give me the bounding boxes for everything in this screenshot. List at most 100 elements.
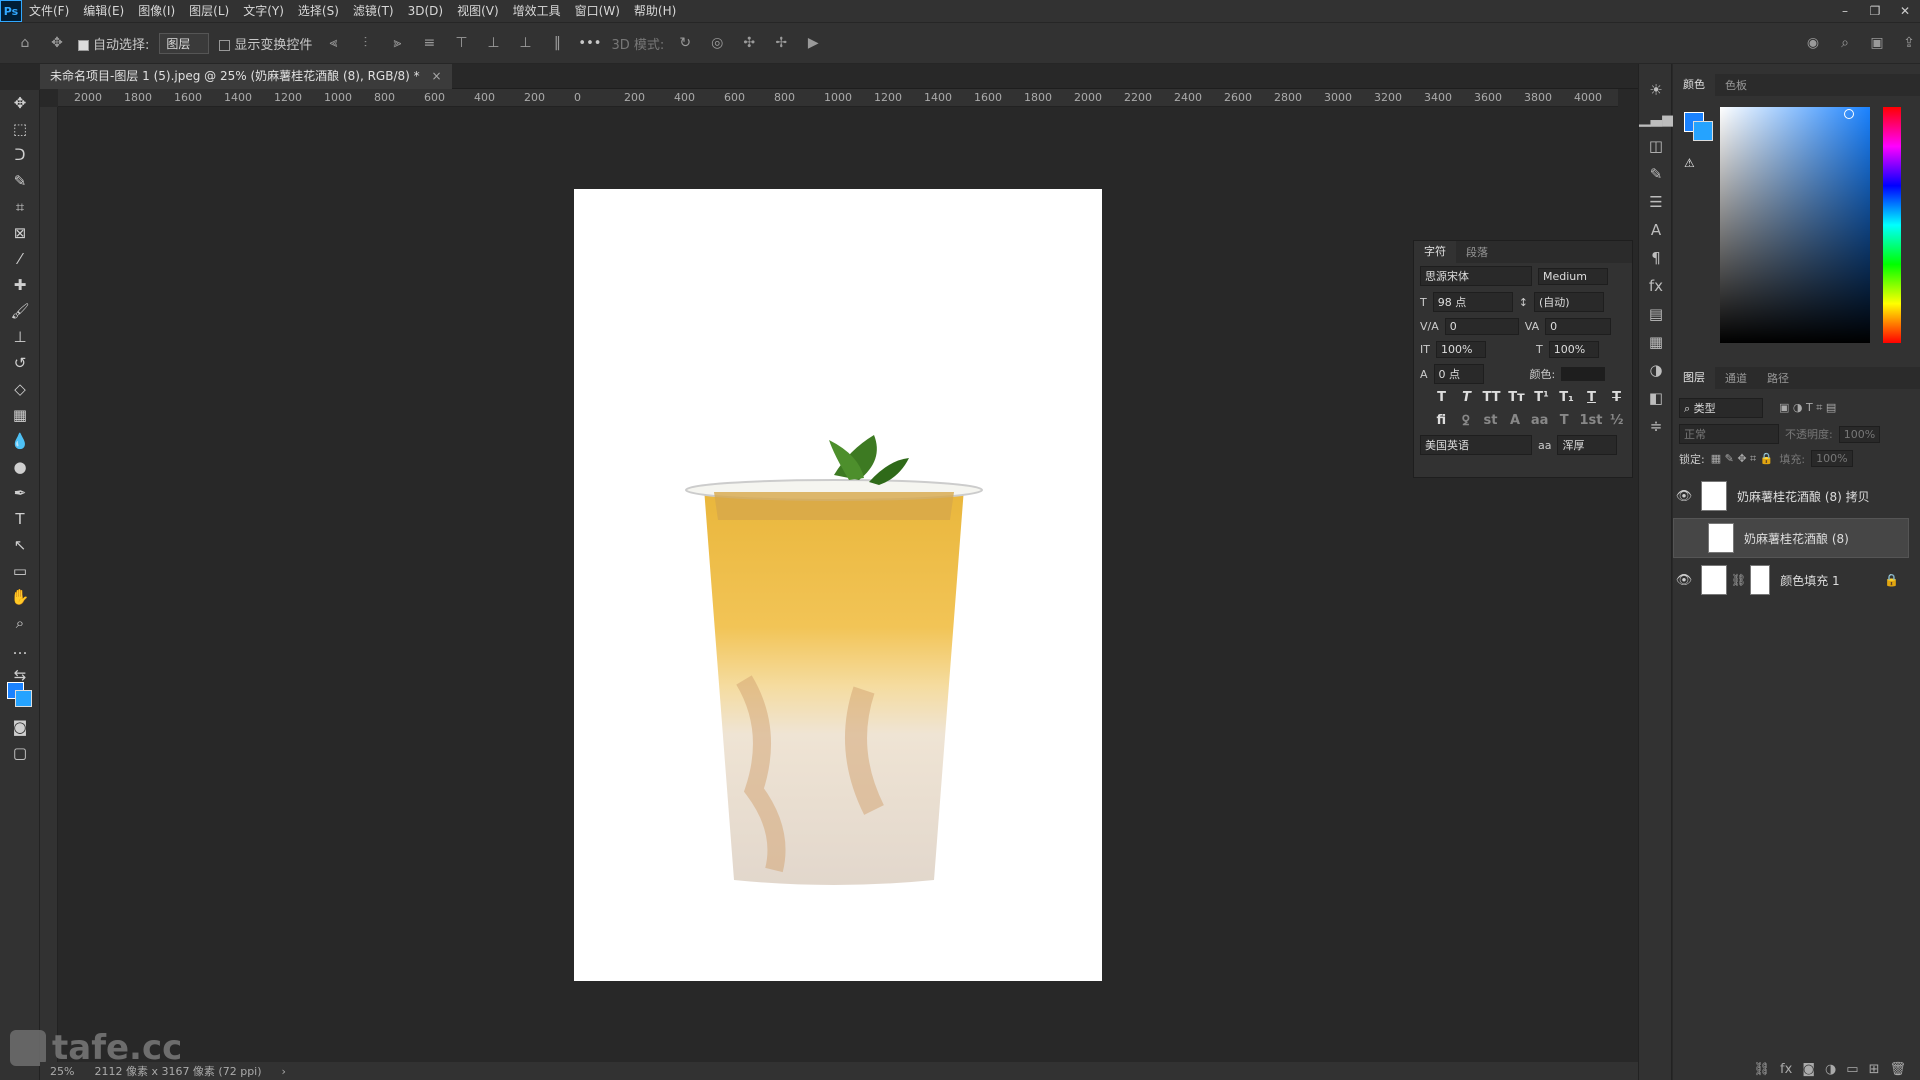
menu-view[interactable]: 视图(V) <box>450 0 506 22</box>
align-middle-icon[interactable]: ⊥ <box>482 35 504 51</box>
blur-tool-icon[interactable]: 💧 <box>0 428 40 454</box>
layer-row[interactable]: 👁 奶麻薯桂花酒酿 (8) 拷贝 <box>1673 476 1909 516</box>
gamut-warning-icon[interactable]: ⚠ <box>1684 156 1695 170</box>
close-button[interactable]: ✕ <box>1890 0 1920 22</box>
font-style-select[interactable]: Medium <box>1538 267 1608 285</box>
share-person-icon[interactable]: ◉ <box>1802 35 1824 51</box>
layer-row[interactable]: 👁 ⛓ 颜色填充 1 🔒 <box>1673 560 1909 600</box>
type-tool-icon[interactable]: T <box>0 506 40 532</box>
foreground-background-swatch[interactable] <box>0 680 39 714</box>
healing-tool-icon[interactable]: ✚ <box>0 272 40 298</box>
tab-paragraph[interactable]: 段落 <box>1456 244 1498 260</box>
slide-3d-icon[interactable]: ✢ <box>770 35 792 51</box>
tab-paths[interactable]: 路径 <box>1757 370 1799 386</box>
adjustment-icon[interactable]: ◑ <box>1825 1062 1836 1077</box>
add-mask-icon[interactable]: ◙ <box>1802 1062 1815 1077</box>
small-caps-button[interactable]: Tт <box>1507 390 1526 405</box>
fx-icon[interactable]: fx <box>1780 1062 1792 1077</box>
tab-color[interactable]: 颜色 <box>1673 74 1715 96</box>
ps-logo[interactable]: Ps <box>0 0 22 22</box>
baseline-field[interactable]: 0 点 <box>1433 364 1484 384</box>
menu-filter[interactable]: 滤镜(T) <box>346 0 401 22</box>
color-picker-cursor[interactable] <box>1844 109 1854 119</box>
lock-icons[interactable]: ▦ ✎ ✥ ⌗ 🔒 <box>1711 452 1774 466</box>
status-arrow[interactable]: › <box>282 1065 286 1078</box>
font-size-field[interactable]: 98 点 <box>1432 292 1513 312</box>
leading-field[interactable]: (自动) <box>1533 292 1604 312</box>
lasso-tool-icon[interactable]: ᑐ <box>0 142 40 168</box>
color-panel-swatch[interactable] <box>1684 112 1714 142</box>
old-style-button[interactable]: ꝿ <box>1457 411 1476 429</box>
character-panel-icon[interactable]: A <box>1639 216 1673 244</box>
align-right-icon[interactable]: ⫸ <box>386 35 408 51</box>
align-left-icon[interactable]: ⫷ <box>322 35 344 51</box>
menu-file[interactable]: 文件(F) <box>22 0 76 22</box>
hand-tool-icon[interactable]: ✋ <box>0 584 40 610</box>
document-tab[interactable]: 未命名项目-图层 1 (5).jpeg @ 25% (奶麻薯桂花酒酿 (8), … <box>40 64 452 89</box>
home-icon[interactable]: ⌂ <box>14 35 36 51</box>
patterns-icon[interactable]: ▦ <box>1639 328 1673 356</box>
minimize-button[interactable]: – <box>1830 0 1860 22</box>
more-options-button[interactable]: ••• <box>578 36 601 51</box>
swash-button[interactable]: st <box>1481 413 1500 428</box>
more-tools-icon[interactable]: … <box>0 636 40 662</box>
antialias-select[interactable]: 浑厚 <box>1557 435 1618 455</box>
restore-button[interactable]: ❐ <box>1860 0 1890 22</box>
ordinal-1st-button[interactable]: 1st <box>1579 413 1602 428</box>
tracking-field[interactable]: 0 <box>1545 318 1612 335</box>
paragraph-panel-icon[interactable]: ¶ <box>1639 244 1673 272</box>
histogram-icon[interactable]: ▁▃▅ <box>1639 104 1674 132</box>
adjustment-layer-icon[interactable]: ◑ <box>1639 356 1673 384</box>
menu-3d[interactable]: 3D(D) <box>401 0 450 22</box>
faux-italic-button[interactable]: T <box>1457 390 1476 405</box>
libraries-icon[interactable]: ◧ <box>1639 384 1673 412</box>
shape-tool-icon[interactable]: ▭ <box>0 558 40 584</box>
text-color-swatch[interactable] <box>1561 367 1606 381</box>
align-bottom-icon[interactable]: ⊥ <box>514 35 536 51</box>
underline-button[interactable]: T <box>1582 390 1601 405</box>
dodge-tool-icon[interactable]: ● <box>0 454 40 480</box>
path-select-tool-icon[interactable]: ↖ <box>0 532 40 558</box>
learn-icon[interactable]: ☀ <box>1639 76 1673 104</box>
fractions-button[interactable]: ½ <box>1607 413 1626 428</box>
blend-mode-select[interactable]: 正常 <box>1679 424 1779 444</box>
align-center-icon[interactable]: ⫶ <box>354 35 376 51</box>
workspace-icon[interactable]: ▣ <box>1866 35 1888 51</box>
menu-help[interactable]: 帮助(H) <box>627 0 683 22</box>
adjustments-sliders-icon[interactable]: ☰ <box>1639 188 1673 216</box>
layer-filter-select[interactable]: ⌕ 类型 <box>1679 398 1763 418</box>
language-select[interactable]: 美国英语 <box>1420 435 1532 455</box>
zoom-level[interactable]: 25% <box>50 1065 74 1078</box>
font-family-select[interactable]: 思源宋体 <box>1420 266 1532 286</box>
vertical-scale-field[interactable]: 100% <box>1435 341 1486 358</box>
orbit-3d-icon[interactable]: ↻ <box>674 35 696 51</box>
navigator-icon[interactable]: ◫ <box>1639 132 1673 160</box>
zoom-tool-icon[interactable]: ⌕ <box>0 610 40 636</box>
brush-settings-icon[interactable]: ✎ <box>1639 160 1673 188</box>
layer-row[interactable]: 奶麻薯桂花酒酿 (8) <box>1673 518 1909 558</box>
scale-3d-icon[interactable]: ▶ <box>802 35 824 51</box>
auto-select-dropdown[interactable]: 图层 <box>159 32 210 54</box>
eyedropper-tool-icon[interactable]: ⁄ <box>0 246 40 272</box>
menu-window[interactable]: 窗口(W) <box>568 0 627 22</box>
quick-select-tool-icon[interactable]: ✎ <box>0 168 40 194</box>
gradients-icon[interactable]: ▤ <box>1639 300 1673 328</box>
layer-name[interactable]: 奶麻薯桂花酒酿 (8) 拷贝 <box>1737 488 1870 505</box>
ligature-button[interactable]: fi <box>1432 413 1451 428</box>
strikethrough-button[interactable]: T <box>1607 390 1626 405</box>
filter-icons[interactable]: ▣ ◑ T ⌗ ▤ <box>1779 401 1836 415</box>
layer-name[interactable]: 奶麻薯桂花酒酿 (8) <box>1744 530 1849 547</box>
kerning-field[interactable]: 0 <box>1444 318 1519 335</box>
show-transform-checkbox[interactable]: 显示变换控件 <box>219 34 312 53</box>
subscript-button[interactable]: T₁ <box>1557 390 1576 405</box>
opacity-field[interactable]: 100% <box>1838 425 1881 443</box>
hue-slider[interactable] <box>1883 107 1901 343</box>
link-layers-icon[interactable]: ⛓ <box>1754 1062 1771 1077</box>
horizontal-scale-field[interactable]: 100% <box>1548 341 1599 358</box>
eye-icon[interactable]: 👁 <box>1673 489 1695 504</box>
crop-tool-icon[interactable]: ⌗ <box>0 194 40 220</box>
tab-layers[interactable]: 图层 <box>1673 367 1715 389</box>
stamp-tool-icon[interactable]: ⊥ <box>0 324 40 350</box>
frame-tool-icon[interactable]: ⊠ <box>0 220 40 246</box>
styles-fx-icon[interactable]: fx <box>1639 272 1673 300</box>
